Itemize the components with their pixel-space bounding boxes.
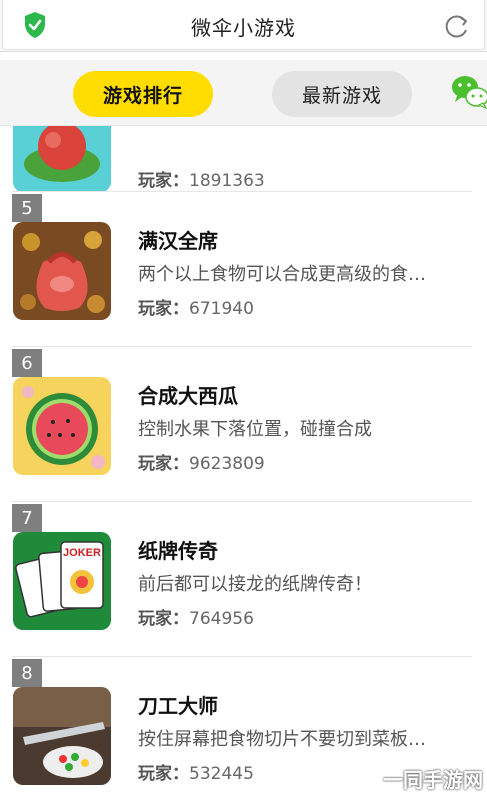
game-name: 刀工大师	[138, 694, 218, 718]
player-count: 玩家：532445	[138, 764, 254, 784]
title-bar: 微伞小游戏	[2, 0, 485, 50]
game-name: 满汉全席	[138, 229, 218, 253]
player-count: 玩家：764956	[138, 609, 254, 629]
rank-badge: 6	[12, 349, 42, 377]
watermark: 一同手游网	[383, 768, 483, 792]
tab-new-games[interactable]: 最新游戏	[272, 71, 412, 117]
wechat-icon[interactable]	[450, 72, 487, 112]
divider	[12, 191, 472, 192]
player-count: 玩家：1891363	[138, 171, 265, 191]
browser-top-bar: 微伞小游戏	[0, 0, 487, 52]
rank-badge: 5	[12, 194, 42, 222]
tab-game-ranking[interactable]: 游戏排行	[73, 71, 213, 117]
game-description: 按住屏幕把食物切片不要切到菜板…	[138, 729, 426, 750]
player-count: 玩家：671940	[138, 299, 254, 319]
game-name: 纸牌传奇	[138, 539, 218, 563]
game-description: 两个以上食物可以合成更高级的食…	[138, 264, 426, 285]
game-thumbnail	[13, 687, 111, 785]
game-thumbnail	[13, 222, 111, 320]
game-name: 合成大西瓜	[138, 384, 238, 408]
game-thumbnail: JOKER	[13, 532, 111, 630]
refresh-icon[interactable]	[444, 13, 470, 39]
tab-bar: 游戏排行 最新游戏	[0, 60, 487, 126]
game-thumbnail	[13, 377, 111, 475]
divider	[12, 656, 472, 657]
rank-badge: 7	[12, 504, 42, 532]
svg-text:JOKER: JOKER	[63, 547, 101, 559]
page-title: 微伞小游戏	[191, 16, 296, 40]
list-item[interactable]: 5 满汉全席 两个以上食物可以合成更高级的食… 玩家：671940	[0, 194, 487, 349]
list-item[interactable]: 7 JOKER 纸牌传奇 前后都可以接龙的纸牌传奇！ 玩家：764956	[0, 504, 487, 659]
game-thumbnail	[13, 126, 111, 192]
game-list: 玩家：1891363 5 满汉全席 两个以上食物可以合成更高级的食… 玩家：67…	[0, 126, 487, 797]
list-item[interactable]: 6 合成大西瓜 控制水果下落位置，碰撞合成 玩家：9623809	[0, 349, 487, 504]
rank-badge: 8	[12, 659, 42, 687]
player-count: 玩家：9623809	[138, 454, 265, 474]
game-description: 控制水果下落位置，碰撞合成	[138, 419, 372, 440]
divider	[12, 501, 472, 502]
divider	[12, 346, 472, 347]
game-description: 前后都可以接龙的纸牌传奇！	[138, 574, 372, 595]
